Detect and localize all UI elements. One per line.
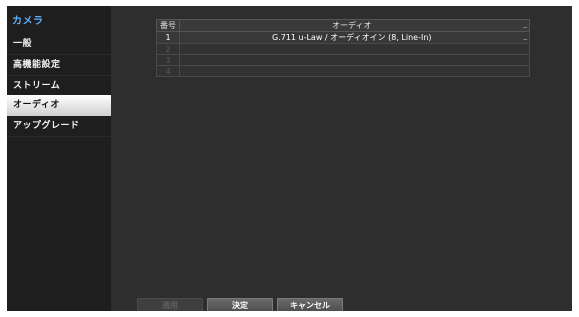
row-number: 3 [156, 54, 180, 66]
settings-window: カメラ 一般 高機能設定 ストリーム オーディオ アップグレード 番号 オーディ… [7, 6, 572, 311]
row-audio-cell[interactable]: G.711 u-Law / オーディオイン (8, Line-In) _ [179, 31, 530, 44]
sidebar-title: カメラ [12, 16, 44, 27]
main-panel: 番号 オーディオ _ 1 G.711 u-Law / オーディオイン (8, L… [111, 6, 572, 311]
sidebar-item-audio[interactable]: オーディオ [7, 95, 111, 116]
apply-button[interactable]: 適用 [137, 298, 203, 311]
row-number: 4 [156, 65, 180, 77]
sidebar-item-advanced[interactable]: 高機能設定 [7, 55, 111, 76]
column-header-number: 番号 [156, 19, 180, 32]
sidebar-item-upgrade[interactable]: アップグレード [7, 116, 111, 137]
column-header-audio: オーディオ _ [179, 19, 530, 32]
row-audio-cell [179, 54, 530, 66]
header-resize-mark: _ [523, 20, 528, 28]
table-row[interactable]: 1 G.711 u-Law / オーディオイン (8, Line-In) _ [156, 31, 530, 44]
row-audio-cell [179, 65, 530, 77]
table-row: 3 [156, 54, 530, 66]
table-header-row: 番号 オーディオ _ [156, 19, 530, 32]
sidebar-item-stream[interactable]: ストリーム [7, 76, 111, 97]
ok-button[interactable]: 決定 [207, 298, 273, 311]
audio-table: 番号 オーディオ _ 1 G.711 u-Law / オーディオイン (8, L… [156, 19, 530, 77]
sidebar: カメラ 一般 高機能設定 ストリーム オーディオ アップグレード [7, 6, 111, 311]
row-audio-value: G.711 u-Law / オーディオイン (8, Line-In) [271, 33, 432, 42]
sidebar-item-general[interactable]: 一般 [7, 34, 111, 55]
row-number: 2 [156, 43, 180, 55]
row-audio-cell [179, 43, 530, 55]
column-header-audio-label: オーディオ [332, 21, 372, 30]
table-row: 2 [156, 43, 530, 55]
table-row: 4 [156, 65, 530, 77]
cancel-button[interactable]: キャンセル [277, 298, 343, 311]
dropdown-mark-icon[interactable]: _ [524, 32, 528, 40]
row-number: 1 [156, 31, 180, 44]
